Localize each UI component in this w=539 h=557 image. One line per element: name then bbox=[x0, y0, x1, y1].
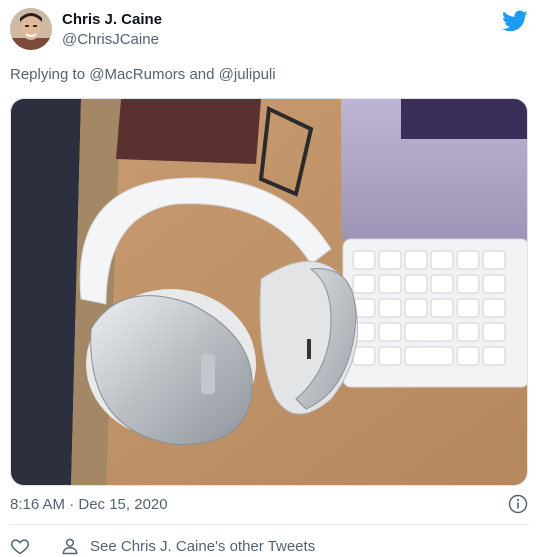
heart-icon[interactable] bbox=[10, 536, 30, 556]
other-tweets-link[interactable]: See Chris J. Caine's other Tweets bbox=[90, 538, 315, 555]
author-name[interactable]: Chris J. Caine bbox=[62, 11, 162, 28]
reply-user-macrumors[interactable]: @MacRumors bbox=[89, 66, 185, 83]
reply-conjunction: and bbox=[189, 66, 215, 83]
reply-prefix: Replying to bbox=[10, 66, 86, 83]
tweet-card: Chris J. Caine @ChrisJCaine Replying to … bbox=[0, 0, 539, 557]
reply-user-julipuli[interactable]: @julipuli bbox=[219, 66, 276, 83]
tweet-photo[interactable] bbox=[10, 98, 528, 486]
info-icon[interactable] bbox=[508, 494, 528, 514]
avatar[interactable] bbox=[10, 8, 52, 50]
footer-divider bbox=[10, 524, 529, 525]
tweet-timestamp[interactable]: 8:16 AM · Dec 15, 2020 bbox=[10, 496, 168, 513]
headphones-photo-icon bbox=[11, 99, 527, 485]
profile-photo-icon bbox=[10, 8, 52, 50]
reply-context: Replying to @MacRumors and @julipuli bbox=[10, 66, 276, 83]
person-icon[interactable] bbox=[60, 536, 80, 556]
author-handle[interactable]: @ChrisJCaine bbox=[62, 31, 159, 48]
twitter-bird-icon[interactable] bbox=[502, 8, 528, 34]
